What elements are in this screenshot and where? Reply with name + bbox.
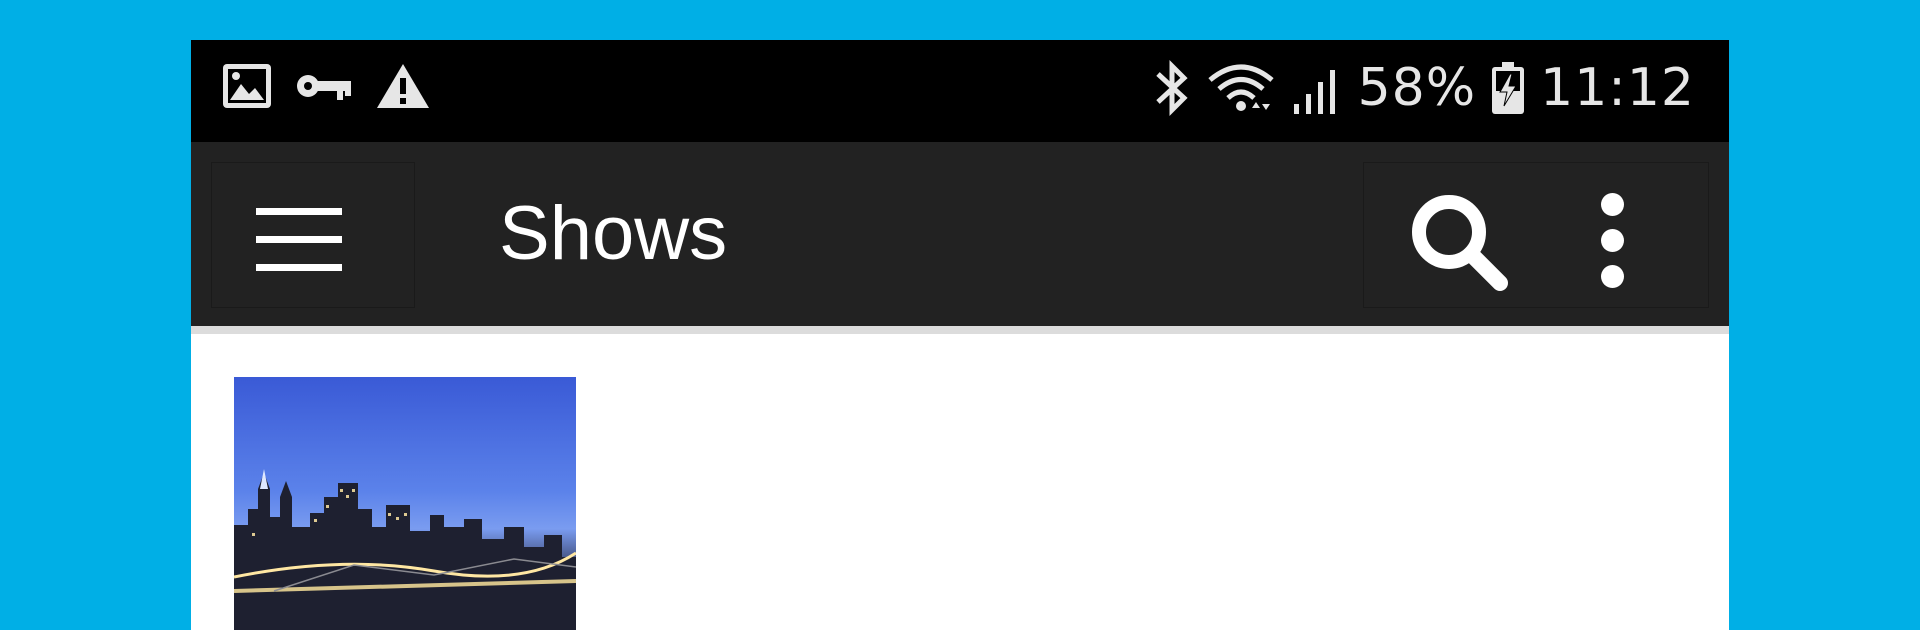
- status-bar: 58% 11:12: [191, 40, 1729, 142]
- appbar-actions: [1363, 162, 1709, 308]
- app-bar: Shows: [191, 142, 1729, 326]
- navigation-menu-button[interactable]: [211, 162, 415, 308]
- show-thumbnail[interactable]: [234, 377, 576, 630]
- status-left-icons: [221, 62, 431, 110]
- battery-charging-icon: [1492, 62, 1525, 114]
- status-right-icons: 58% 11:12: [1152, 58, 1695, 118]
- appbar-divider: [191, 326, 1729, 334]
- bluetooth-icon: [1155, 59, 1188, 117]
- battery-percentage: 58%: [1357, 58, 1477, 118]
- more-vertical-icon: [1592, 193, 1632, 288]
- page-title: Shows: [499, 191, 728, 276]
- search-button[interactable]: [1404, 187, 1514, 297]
- more-options-button[interactable]: [1592, 193, 1632, 293]
- search-icon: [1412, 195, 1508, 291]
- warning-icon: [377, 64, 429, 108]
- key-icon: [297, 75, 351, 100]
- phone-screen: 58% 11:12 Shows: [191, 40, 1729, 630]
- clock: 11:12: [1540, 58, 1695, 118]
- show-info-placeholder: [611, 385, 1511, 605]
- image-icon: [223, 64, 271, 108]
- hamburger-menu-icon: [256, 208, 342, 292]
- wifi-icon: [1207, 64, 1274, 111]
- city-skyline-bridge-image: [234, 469, 576, 630]
- signal-icon: [1293, 70, 1335, 114]
